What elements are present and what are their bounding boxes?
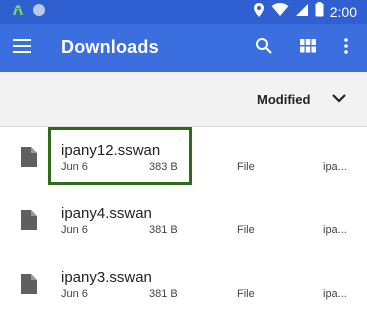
file-name: ipany3.sswan — [61, 269, 152, 286]
more-options-button[interactable] — [334, 36, 358, 60]
chevron-down-icon — [332, 90, 346, 108]
menu-button[interactable] — [10, 36, 34, 60]
file-path: ipa... — [323, 161, 347, 173]
file-row[interactable]: ipany4.sswan Jun 6 381 B File ipa... — [0, 189, 367, 251]
file-type: File — [237, 224, 255, 236]
file-type: File — [237, 161, 255, 173]
battery-icon — [315, 2, 324, 22]
status-right-icons: 2:00 — [253, 2, 357, 23]
sort-label[interactable]: Modified — [257, 92, 310, 107]
status-time: 2:00 — [329, 4, 357, 20]
search-icon — [255, 37, 273, 60]
file-row[interactable]: ipany3.sswan Jun 6 381 B File ipa... — [0, 252, 367, 314]
circle-icon — [32, 3, 46, 22]
file-size: 381 B — [149, 288, 178, 300]
file-date: Jun 6 — [61, 224, 88, 236]
location-icon — [253, 2, 265, 23]
search-button[interactable] — [252, 36, 276, 60]
wifi-icon — [271, 2, 289, 22]
highlight-box — [48, 127, 192, 185]
page-title: Downloads — [61, 37, 159, 57]
more-vert-icon — [344, 37, 348, 59]
file-icon — [20, 273, 38, 295]
app-bar: Downloads — [0, 24, 367, 72]
file-size: 381 B — [149, 224, 178, 236]
file-path: ipa... — [323, 288, 347, 300]
file-path: ipa... — [323, 224, 347, 236]
sort-bar: Modified — [0, 72, 367, 127]
grid-view-icon — [300, 38, 316, 58]
file-icon — [20, 146, 38, 168]
menu-icon — [13, 38, 31, 58]
signal-icon — [295, 3, 309, 22]
file-date: Jun 6 — [61, 288, 88, 300]
status-bar: 2:00 — [0, 0, 367, 24]
file-name: ipany4.sswan — [61, 205, 152, 222]
sort-toggle-button[interactable] — [330, 90, 348, 108]
file-icon — [20, 209, 38, 231]
android-icon — [10, 2, 26, 23]
file-type: File — [237, 288, 255, 300]
status-left-icons — [10, 3, 46, 21]
grid-view-button[interactable] — [296, 36, 320, 60]
